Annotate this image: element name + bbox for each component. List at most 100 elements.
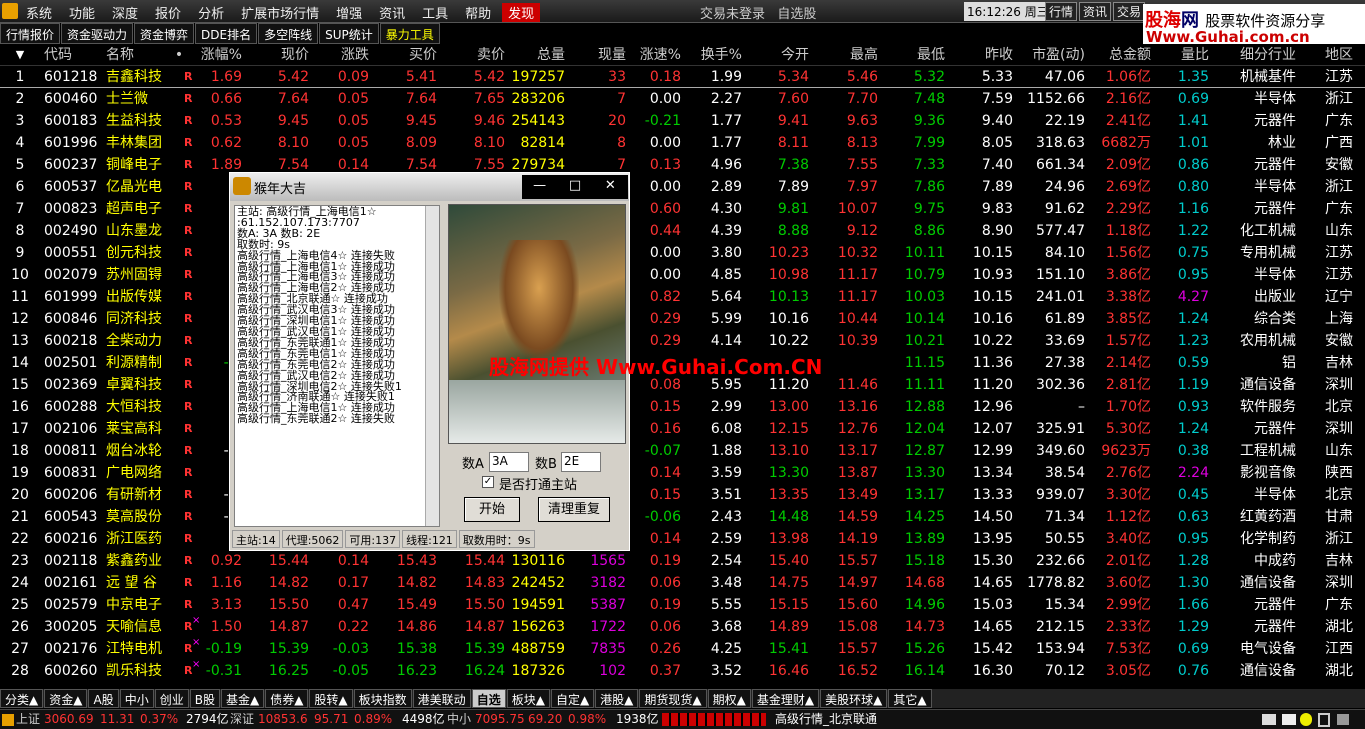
keyboard-icon[interactable]: [1262, 714, 1276, 725]
column-header[interactable]: •: [174, 44, 184, 66]
table-row[interactable]: 18000811烟台冰轮-0.-0.071.8813.1013.1712.871…: [0, 440, 1365, 462]
toolbar-tab[interactable]: 行情报价: [0, 23, 61, 44]
header-button[interactable]: 交易: [1113, 2, 1146, 21]
connection-log[interactable]: 主站: 高级行情_上海电信1☆:61.152.107.173:7707 数A: 3…: [234, 205, 440, 527]
bottom-tab[interactable]: 港股▲: [595, 689, 639, 708]
bottom-tab[interactable]: 板块▲: [506, 689, 550, 708]
sort-icon[interactable]: ▼: [2, 44, 38, 66]
bottom-tab[interactable]: 基金▲: [220, 689, 265, 708]
table-row[interactable]: 6600537亿晶光电0.0.002.897.897.977.867.8924.…: [0, 176, 1365, 198]
toolbar-tab[interactable]: SUP统计: [319, 23, 379, 44]
bottom-tab[interactable]: 分类▲: [0, 689, 44, 708]
link-icon[interactable]: [1337, 714, 1349, 725]
menu-item[interactable]: 报价: [155, 3, 181, 22]
bottom-tab[interactable]: 期货现货▲: [639, 689, 707, 708]
menu-item[interactable]: 增强: [336, 3, 362, 22]
bottom-tab[interactable]: 美股环球▲: [820, 689, 888, 708]
table-row[interactable]: 20600206有研新材-0.0.153.5113.3513.4913.1713…: [0, 484, 1365, 506]
bottom-tab[interactable]: B股: [189, 689, 220, 708]
table-row[interactable]: 22600216浙江医药0.0.142.5913.9814.1913.8913.…: [0, 528, 1365, 550]
toolbar-tab[interactable]: 资金驱动力: [61, 23, 134, 44]
column-header[interactable]: 量比: [1155, 44, 1209, 66]
table-row[interactable]: 27 002176 江特电机 -0.19 15.39 -0.03 15.38 15.39 488…: [0, 637, 1365, 660]
bottom-tab[interactable]: 自选: [471, 689, 506, 708]
column-header[interactable]: 卖价: [443, 44, 505, 66]
table-row[interactable]: 10002079苏州固锝0.0.004.8510.9811.1710.7910.…: [0, 264, 1365, 286]
column-header[interactable]: 最高: [814, 44, 878, 66]
minimize-icon[interactable]: —: [522, 175, 557, 199]
menu-item[interactable]: 功能: [69, 3, 95, 22]
message-icon[interactable]: [1282, 714, 1296, 725]
bottom-tab[interactable]: 板块指数: [353, 689, 412, 708]
log-scrollbar[interactable]: [425, 206, 439, 526]
bottom-tab[interactable]: 基金理财▲: [751, 689, 820, 708]
table-row[interactable]: 9000551创元科技0.0.003.8010.2310.3210.1110.1…: [0, 242, 1365, 264]
table-row[interactable]: 23 002118 紫鑫药业 0.92 15.44 0.14 15.43 15.44 13011…: [0, 550, 1365, 572]
maximize-icon[interactable]: □: [557, 175, 592, 199]
column-header[interactable]: 代码: [44, 44, 96, 66]
column-header[interactable]: 今开: [746, 44, 809, 66]
close-icon[interactable]: ✕: [593, 175, 628, 199]
toolbar-tab[interactable]: 多空阵线: [258, 23, 319, 44]
table-row[interactable]: 2 600460 士兰微 0.66 7.64 0.05 7.64 7.65 283206 7 0.0…: [0, 88, 1365, 110]
table-row[interactable]: 28 600260 凯乐科技 -0.31 16.25 -0.05 16.23 16.24 187…: [0, 659, 1365, 682]
clear-duplicates-button[interactable]: 清理重复: [538, 497, 610, 522]
menu-item[interactable]: 扩展市场行情: [241, 3, 319, 22]
header-button[interactable]: 资讯: [1079, 2, 1112, 21]
table-row[interactable]: 21600543莫高股份-0.-0.062.4314.4814.5914.251…: [0, 506, 1365, 528]
menu-item[interactable]: 发现: [502, 3, 541, 22]
column-header[interactable]: 总量: [508, 44, 565, 66]
table-row[interactable]: 25 002579 中京电子 3.13 15.50 0.47 15.49 15.50 19459…: [0, 594, 1365, 616]
menu-item[interactable]: 帮助: [465, 3, 491, 22]
menu-item[interactable]: 资讯: [379, 3, 405, 22]
smile-icon[interactable]: [1300, 713, 1312, 726]
table-row[interactable]: 3 600183 生益科技 0.53 9.45 0.05 9.45 9.46 254143 20 -…: [0, 110, 1365, 132]
bottom-tab[interactable]: 自定▲: [550, 689, 595, 708]
column-header[interactable]: 最低: [883, 44, 945, 66]
field-b-input[interactable]: 2E: [561, 452, 601, 472]
column-header[interactable]: 买价: [372, 44, 437, 66]
toolbar-tab[interactable]: 资金博弈: [134, 23, 195, 44]
column-header[interactable]: 地区: [1300, 44, 1353, 66]
table-row[interactable]: 8002490山东墨龙1.0.444.398.889.128.868.90577…: [0, 220, 1365, 242]
toolbar-tab[interactable]: 暴力工具: [379, 23, 440, 44]
table-row[interactable]: 16600288大恒科技1.0.152.9913.0013.1612.8812.…: [0, 396, 1365, 418]
column-header[interactable]: 细分行业: [1210, 44, 1296, 66]
field-a-input[interactable]: 3A: [489, 452, 529, 472]
bottom-tab[interactable]: 期权▲: [707, 689, 751, 708]
menu-item[interactable]: 工具: [422, 3, 448, 22]
table-row[interactable]: 24 002161 远 望 谷 1.16 14.82 0.17 14.82 14.83 2424…: [0, 572, 1365, 594]
column-header[interactable]: 换手%: [686, 44, 742, 66]
bottom-tab[interactable]: A股: [88, 689, 119, 708]
column-header[interactable]: 名称: [106, 44, 174, 66]
bottom-tab[interactable]: 创业: [154, 689, 189, 708]
column-header[interactable]: 涨速%: [628, 44, 681, 66]
table-row[interactable]: 17002106莱宝高科2.0.166.0812.1512.7612.0412.…: [0, 418, 1365, 440]
table-row[interactable]: 19600831广电网络0.0.143.5913.3013.8713.3013.…: [0, 462, 1365, 484]
toolbar-tab[interactable]: DDE排名: [195, 23, 258, 44]
table-row[interactable]: 1 601218 吉鑫科技 1.69 5.42 0.09 5.41 5.42 197257 33 0…: [0, 66, 1365, 88]
column-header[interactable]: 现价: [250, 44, 309, 66]
column-header[interactable]: 昨收: [948, 44, 1013, 66]
bottom-tab[interactable]: 股转▲: [309, 689, 353, 708]
column-header[interactable]: 涨幅%: [186, 44, 242, 66]
column-header[interactable]: 现量: [568, 44, 626, 66]
column-header[interactable]: 总金额: [1088, 44, 1151, 66]
header-button[interactable]: 行情: [1045, 2, 1078, 21]
connect-main-checkbox[interactable]: ✓: [482, 476, 494, 488]
table-row[interactable]: 5 600237 铜峰电子 1.89 7.54 0.14 7.54 7.55 279734 7 0.…: [0, 154, 1365, 176]
antenna-icon[interactable]: [1318, 713, 1330, 727]
menu-item[interactable]: 分析: [198, 3, 224, 22]
bottom-tab[interactable]: 其它▲: [888, 689, 932, 708]
table-row[interactable]: 26 300205 天喻信息 1.50 14.87 0.22 14.86 14.87 15626…: [0, 615, 1365, 638]
table-row[interactable]: 11601999出版传媒8.0.825.6410.1311.1710.0310.…: [0, 286, 1365, 308]
column-header[interactable]: 涨跌: [314, 44, 369, 66]
menu-item[interactable]: 系统: [26, 3, 52, 22]
bottom-tab[interactable]: 资金▲: [44, 689, 88, 708]
table-row[interactable]: 4 601996 丰林集团 0.62 8.10 0.05 8.09 8.10 82814 8 0.0…: [0, 132, 1365, 154]
table-row[interactable]: 7000823超声电子2.0.604.309.8110.079.759.8391…: [0, 198, 1365, 220]
table-row[interactable]: 13600218全柴动力0.0.294.1410.2210.3910.2110.…: [0, 330, 1365, 352]
start-button[interactable]: 开始: [464, 497, 520, 522]
menu-item[interactable]: 深度: [112, 3, 138, 22]
table-row[interactable]: 12600846同济科技0.0.295.9910.1610.4410.1410.…: [0, 308, 1365, 330]
